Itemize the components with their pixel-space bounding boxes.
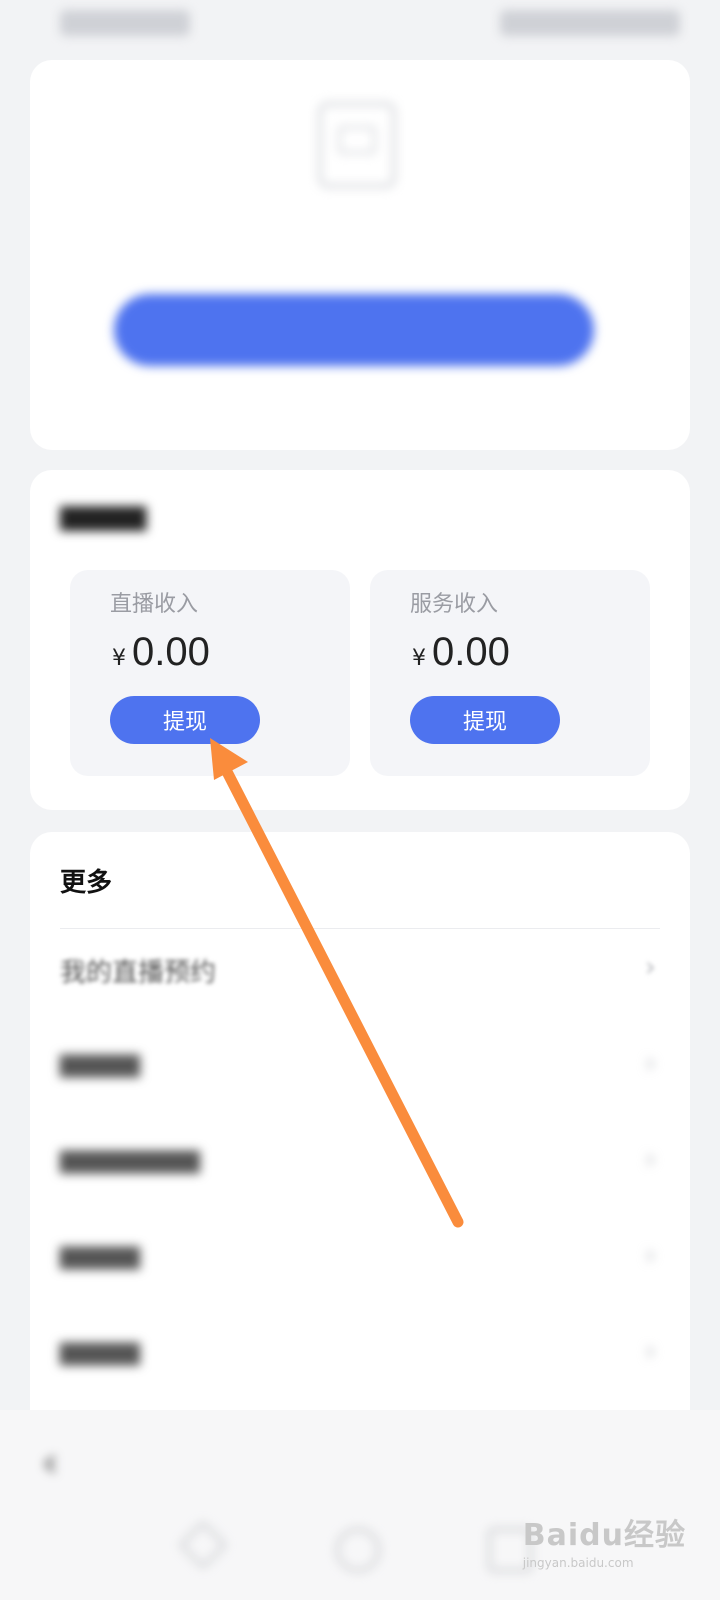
arrow-shaft [216,756,464,1228]
watermark-logo: Baidu经验 [522,1518,686,1553]
watermark: Baidu经验 jingyan.baidu.com [523,1510,686,1570]
annotation-arrow [210,738,464,1228]
watermark-url: jingyan.baidu.com [522,1556,634,1570]
